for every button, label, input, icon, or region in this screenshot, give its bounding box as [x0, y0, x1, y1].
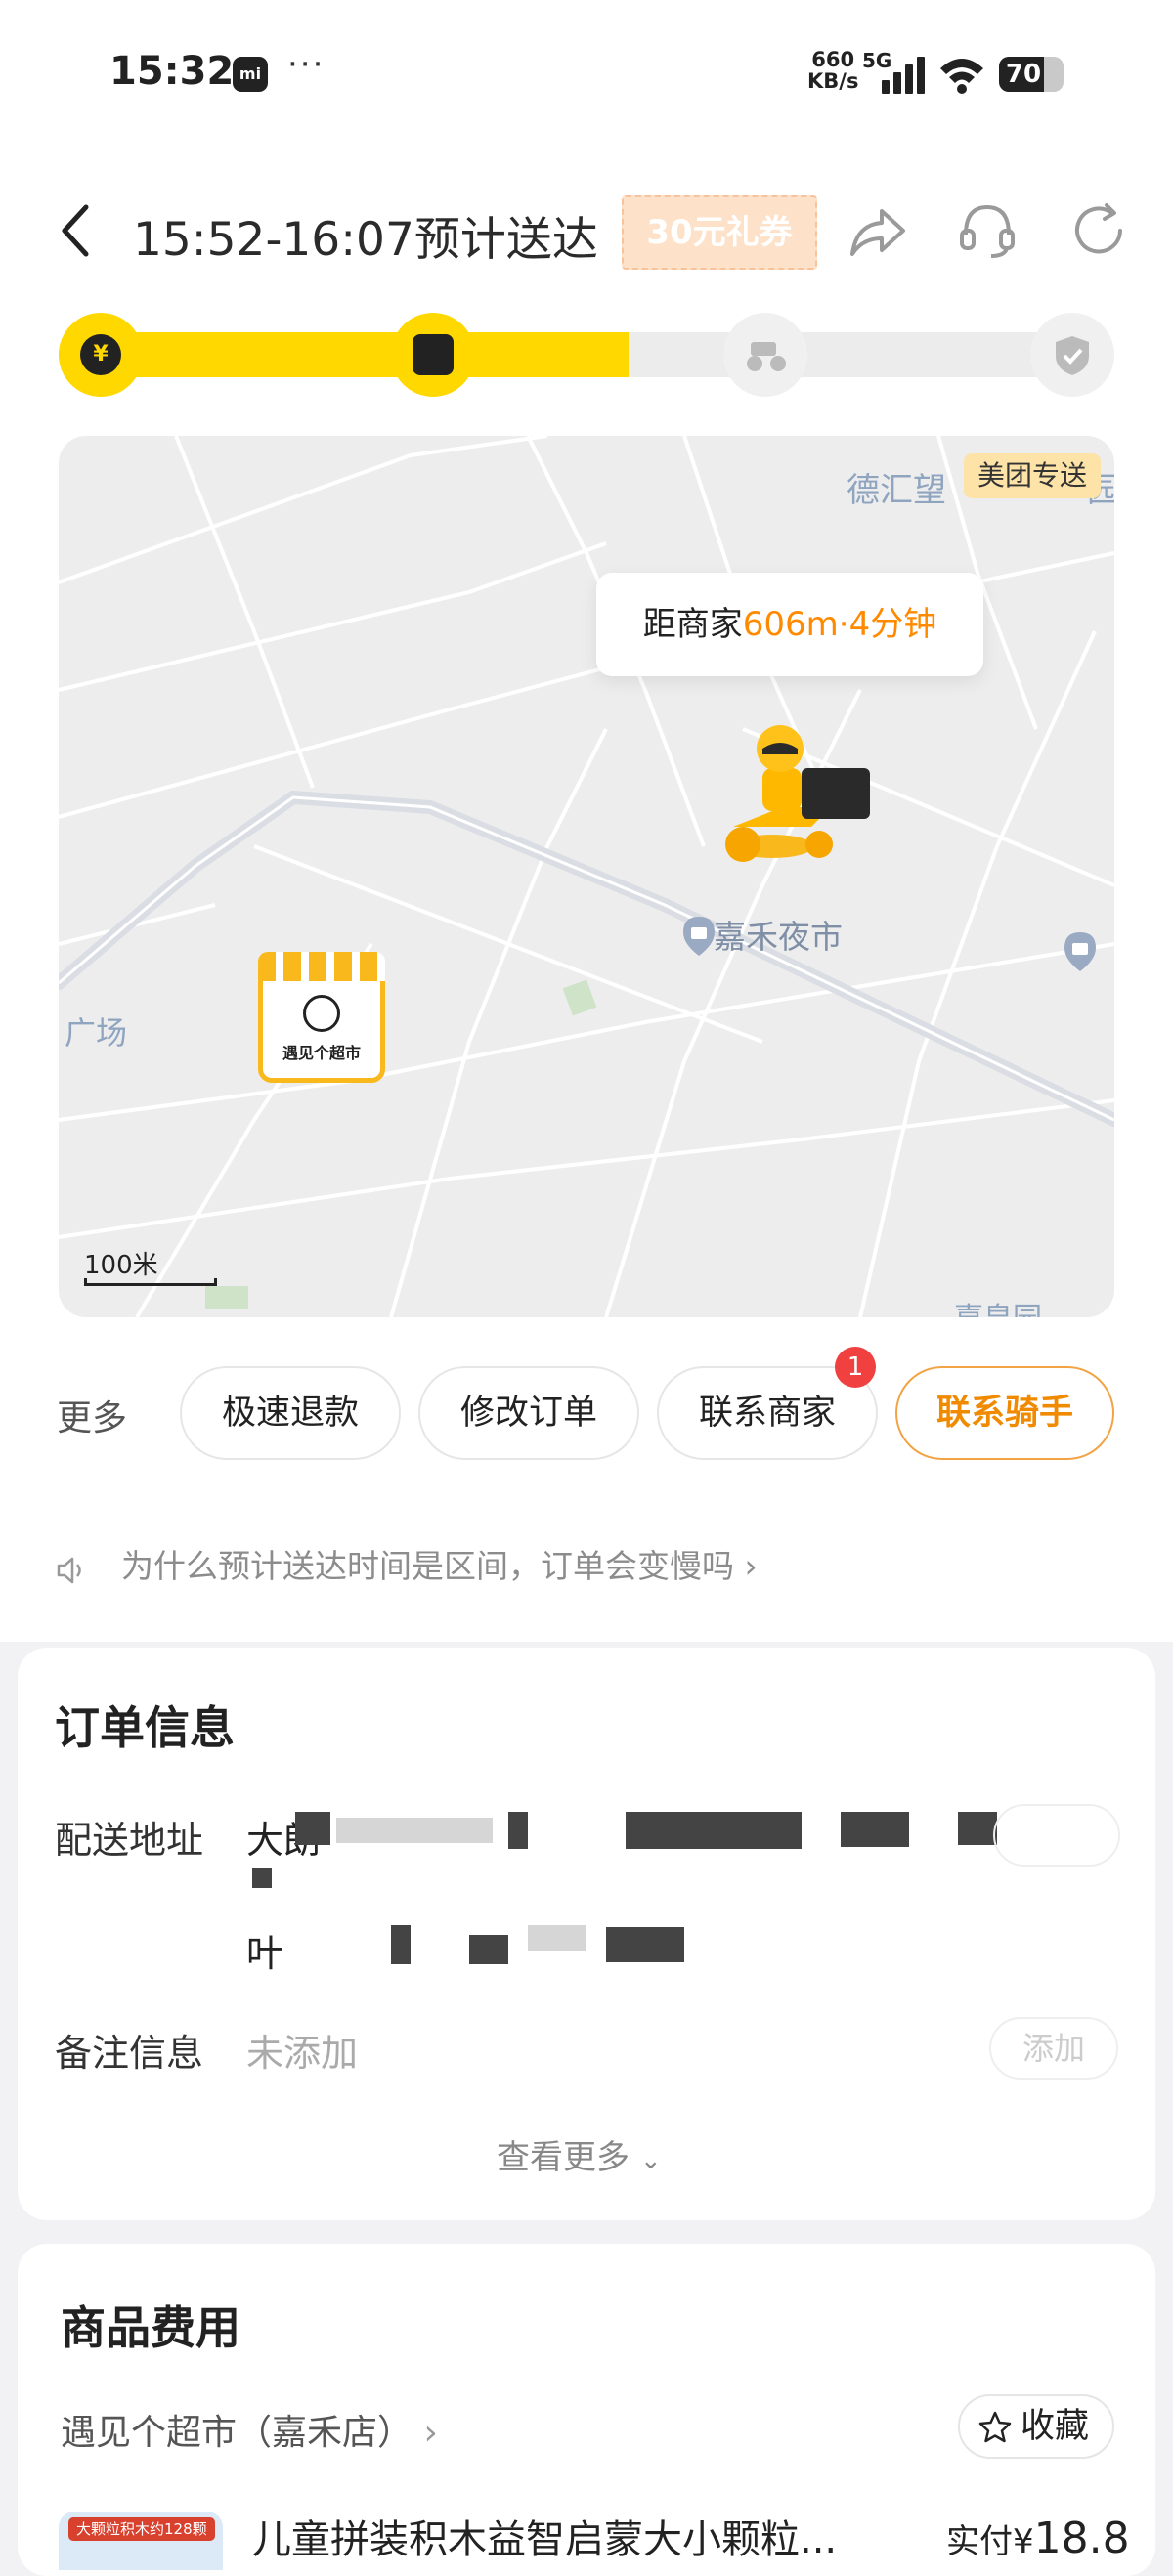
poi-pin-icon	[1064, 932, 1096, 971]
chevron-down-icon: ⌄	[639, 2146, 662, 2175]
rider-icon	[725, 725, 870, 862]
store-name: 遇见个超市（嘉禾店）	[61, 2413, 413, 2453]
tip-text: 为什么预计送达时间是区间，订单会变慢吗	[121, 1547, 734, 1585]
back-icon[interactable]	[57, 201, 96, 260]
map-view[interactable]: 德汇望 园 美团专送 距商家606m·4分钟 嘉禾夜市 广场 遇见个超市 100…	[59, 436, 1114, 1317]
more-notifications-icon: ···	[287, 45, 326, 84]
headset-icon[interactable]	[956, 199, 1019, 262]
address-redaction	[528, 1925, 586, 1951]
store-marker[interactable]: 遇见个超市	[258, 952, 389, 1098]
note-value: 未添加	[246, 2032, 359, 2075]
address-line2: 叶	[246, 1932, 284, 1975]
speaker-icon	[57, 1557, 81, 1584]
address-redaction	[508, 1812, 528, 1849]
poi-square: 广场	[65, 1014, 128, 1052]
paid-icon: ¥	[59, 313, 143, 397]
contact-rider-button[interactable]: 联系骑手	[895, 1366, 1114, 1460]
delivered-icon	[1030, 313, 1114, 397]
note-label: 备注信息	[55, 2032, 204, 2075]
merchant-icon	[391, 313, 475, 397]
store-marker-text: 遇见个超市	[282, 1044, 361, 1062]
share-icon[interactable]	[847, 199, 909, 262]
copy-address-button[interactable]	[993, 1804, 1120, 1867]
add-note-button[interactable]: 添加	[989, 2017, 1118, 2080]
rider-icon	[723, 313, 807, 397]
product-name[interactable]: 儿童拼装积木益智启蒙大小颗粒...	[252, 2508, 837, 2564]
distance-bubble: 距商家606m·4分钟	[596, 573, 983, 676]
refresh-icon[interactable]	[1067, 199, 1130, 262]
wifi-icon	[940, 59, 983, 94]
address-redaction	[626, 1812, 802, 1849]
net-speed: 660 KB/s	[807, 49, 858, 92]
distance-prefix: 距商家	[642, 605, 743, 644]
delivery-progress: ¥	[59, 313, 1114, 397]
address-redaction	[336, 1818, 493, 1843]
panda-logo-icon	[303, 995, 340, 1032]
address-redaction	[295, 1812, 330, 1845]
map-scale-label: 100米	[84, 1251, 158, 1280]
view-more-label: 查看更多	[497, 2138, 630, 2177]
mi-notification-icon: mi	[233, 57, 268, 92]
address-redaction	[391, 1925, 411, 1964]
store-link[interactable]: 遇见个超市（嘉禾店） ›	[61, 2404, 438, 2455]
net-speed-value: 660	[811, 48, 855, 71]
modify-order-button[interactable]: 修改订单	[418, 1366, 639, 1460]
paid-prefix: 实付¥	[946, 2522, 1034, 2561]
poi-bottom-right: 嘉皇园	[954, 1294, 1042, 1317]
map-roads	[59, 436, 1114, 1317]
goods-title: 商品费用	[61, 2301, 240, 2354]
eta-title: 15:52-16:07预计送达	[133, 213, 598, 267]
delivery-time-tip[interactable]: 为什么预计送达时间是区间，订单会变慢吗 ›	[121, 1540, 758, 1587]
store-awning	[258, 952, 385, 981]
map-scale-bar	[84, 1278, 217, 1286]
fast-refund-button[interactable]: 极速退款	[180, 1366, 401, 1460]
address-redaction	[606, 1927, 684, 1962]
more-label: 更多	[57, 1398, 128, 1438]
battery-icon: 70	[999, 57, 1064, 92]
net-speed-unit: KB/s	[807, 69, 859, 93]
battery-level: 70	[1005, 60, 1042, 89]
coupon-badge[interactable]: 30元礼券	[622, 195, 817, 270]
poi-jiahe-night-market: 嘉禾夜市	[714, 918, 843, 956]
clock: 15:32	[109, 49, 235, 94]
distance-value: 606m·4分钟	[742, 605, 937, 644]
address-redaction	[841, 1812, 909, 1847]
merchant-unread-badge: 1	[835, 1347, 876, 1388]
status-bar: 15:32 mi ··· 660 KB/s 5G 70	[0, 0, 1173, 147]
product-thumbnail[interactable]: 大颗粒积木约128颗	[59, 2512, 223, 2570]
chevron-right-icon: ›	[423, 2413, 438, 2453]
signal-icon	[882, 57, 927, 94]
address-label: 配送地址	[55, 1819, 204, 1862]
poi-de-hui: 德汇望	[847, 471, 946, 510]
poi-pin-icon	[683, 917, 715, 956]
address-redaction	[958, 1812, 997, 1845]
view-more-button[interactable]: 查看更多 ⌄	[497, 2130, 662, 2178]
paid-value: 18.8	[1033, 2513, 1130, 2563]
product-thumb-tag: 大颗粒积木约128颗	[68, 2517, 215, 2541]
address-redaction	[252, 1868, 272, 1888]
address-redaction	[469, 1935, 508, 1964]
order-info-title: 订单信息	[55, 1701, 235, 1754]
progress-track	[59, 332, 1114, 377]
meituan-delivery-badge: 美团专送	[964, 453, 1102, 498]
paid-amount: 实付¥18.8	[946, 2513, 1130, 2563]
star-icon	[978, 2411, 1012, 2443]
progress-fill	[59, 332, 630, 377]
